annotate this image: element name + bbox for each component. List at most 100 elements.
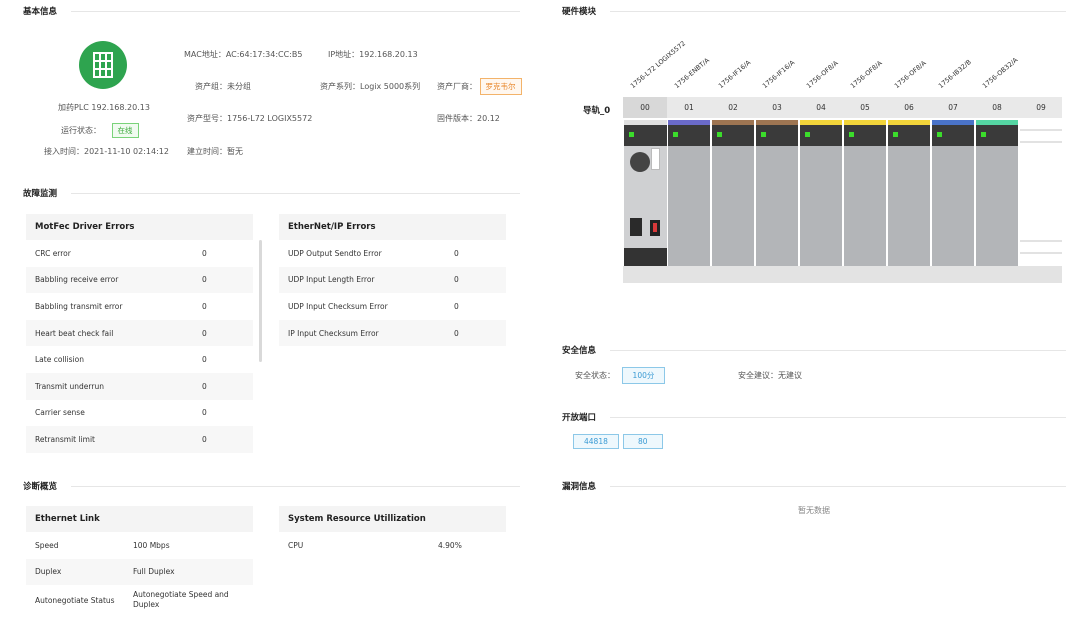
section-basic-title: 基本信息 [23, 7, 58, 17]
section-vuln-title: 漏洞信息 [562, 482, 597, 492]
row-label: UDP Input Length Error [288, 275, 375, 285]
status-led-icon [761, 132, 766, 137]
motfec-errors-table: MotFec Driver Errors CRC error 0 Babbling… [26, 214, 253, 453]
status-led-icon [673, 132, 678, 137]
table-row: CPU 4.90% [279, 532, 506, 559]
security-score-badge: 100分 [621, 367, 666, 384]
section-fault-title: 故障监测 [23, 189, 58, 199]
section-diag: 诊断概览 [23, 480, 521, 492]
table-row: Speed 100 Mbps [26, 532, 253, 559]
module-label: 1756-IF16/A [716, 58, 753, 90]
slot-number: 06 [904, 103, 914, 112]
ethernetip-table-title: EtherNet/IP Errors [279, 214, 506, 240]
section-security-title: 安全信息 [562, 346, 597, 356]
slot-header: 00 01 02 03 04 05 06 07 08 09 [623, 97, 1062, 118]
ip-address: IP地址：192.168.20.13 [328, 50, 418, 59]
io-module[interactable] [976, 120, 1019, 266]
row-label: Duplex [35, 567, 62, 577]
slot-number: 09 [1036, 103, 1046, 112]
firmware-version: 固件版本：20.12 [437, 114, 500, 123]
security-status: 安全状态： 100分 [575, 367, 666, 384]
module-status-bar [668, 125, 710, 146]
row-value: 0 [202, 434, 207, 444]
module-label: 1756-OF8/A [804, 58, 840, 90]
row-value: Autonegotiate Speed and Duplex [133, 590, 229, 610]
table-scrollbar[interactable] [259, 240, 262, 362]
io-module[interactable] [668, 120, 711, 266]
module-label: 1756-OB32/A [980, 55, 1020, 90]
row-value: 0 [454, 301, 459, 311]
slot-number: 01 [684, 103, 694, 112]
row-value: 0 [454, 248, 459, 258]
motfec-table-title: MotFec Driver Errors [26, 214, 253, 240]
run-status-badge: 在线 [111, 123, 139, 138]
port-badge: 80 [623, 434, 663, 449]
system-resource-table: System Resource Utillization CPU 4.90% [279, 506, 506, 559]
key-switch-icon [630, 152, 650, 172]
divider [610, 485, 1067, 487]
asset-vendor-badge: 罗克韦尔 [479, 78, 522, 95]
module-label: 1756-OF8/A [892, 58, 928, 90]
io-module[interactable] [800, 120, 843, 266]
table-row: UDP Output Sendto Error 0 [279, 240, 506, 267]
table-row: CRC error 0 [26, 240, 253, 267]
table-row: Babbling transmit error 0 [26, 293, 253, 320]
section-basic-info: 基本信息 [23, 5, 521, 17]
created-time: 建立时间：暂无 [187, 147, 243, 156]
port-badge: 44818 [573, 434, 619, 449]
plc-device-icon [79, 41, 127, 89]
empty-slot[interactable] [1020, 120, 1062, 266]
row-value: 0 [202, 275, 207, 285]
section-security: 安全信息 [562, 344, 1067, 356]
status-led-icon [805, 132, 810, 137]
module-status-bar [756, 125, 798, 146]
module-status-bar [844, 125, 886, 146]
row-label: Autonegotiate Status [35, 595, 115, 605]
run-status-label: 运行状态： [61, 126, 101, 135]
run-status: 运行状态： 在线 [61, 123, 139, 138]
row-value: 100 Mbps [133, 540, 170, 550]
row-label: Carrier sense [35, 408, 85, 418]
section-hardware-title: 硬件模块 [562, 7, 597, 17]
asset-group: 资产组：未分组 [195, 82, 251, 91]
module-status-bar [976, 125, 1018, 146]
device-name: 加药PLC 192.168.20.13 [58, 103, 150, 112]
io-module[interactable] [932, 120, 975, 266]
row-label: Transmit underrun [35, 381, 104, 391]
section-ports: 开放端口 [562, 411, 1067, 423]
slot-number: 08 [992, 103, 1002, 112]
plc-base [624, 248, 667, 266]
section-hardware: 硬件模块 [562, 5, 1067, 17]
status-led-icon [981, 132, 986, 137]
row-label: Late collision [35, 355, 85, 365]
rail-label: 导轨_0 [583, 106, 611, 116]
status-led-icon [629, 132, 634, 137]
section-diag-title: 诊断概览 [23, 482, 58, 492]
table-row: UDP Input Length Error 0 [279, 266, 506, 294]
row-label: IP Input Checksum Error [288, 328, 379, 338]
asset-vendor: 资产厂商： 罗克韦尔 [437, 78, 522, 95]
row-value: 4.90% [438, 540, 462, 550]
status-led-icon [717, 132, 722, 137]
table-row: Carrier sense 0 [26, 400, 253, 427]
ethernet-link-table: Ethernet Link Speed 100 Mbps Duplex Full D… [26, 506, 253, 615]
status-led-icon [937, 132, 942, 137]
mac-address: MAC地址：AC:64:17:34:CC:B5 [184, 50, 303, 59]
row-label: Heart beat check fail [35, 328, 114, 338]
port-value: 44818 [573, 434, 619, 449]
module-label: 1756-IB32/B [936, 58, 973, 90]
module-label: 1756-ENBT/A [672, 56, 711, 90]
io-module[interactable] [844, 120, 887, 266]
io-module[interactable] [888, 120, 931, 266]
io-module[interactable] [712, 120, 755, 266]
access-time: 接入时间：2021-11-10 02:14:12 [44, 147, 169, 156]
table-row: Autonegotiate Status Autonegotiate Speed … [26, 585, 253, 615]
io-module[interactable] [756, 120, 799, 266]
row-value: 0 [454, 275, 459, 285]
table-row: Retransmit limit 0 [26, 426, 253, 453]
plc-module[interactable] [624, 120, 667, 266]
slot-number: 05 [860, 103, 870, 112]
slot-number: 02 [728, 103, 738, 112]
divider [610, 349, 1067, 351]
slot-number: 07 [948, 103, 958, 112]
